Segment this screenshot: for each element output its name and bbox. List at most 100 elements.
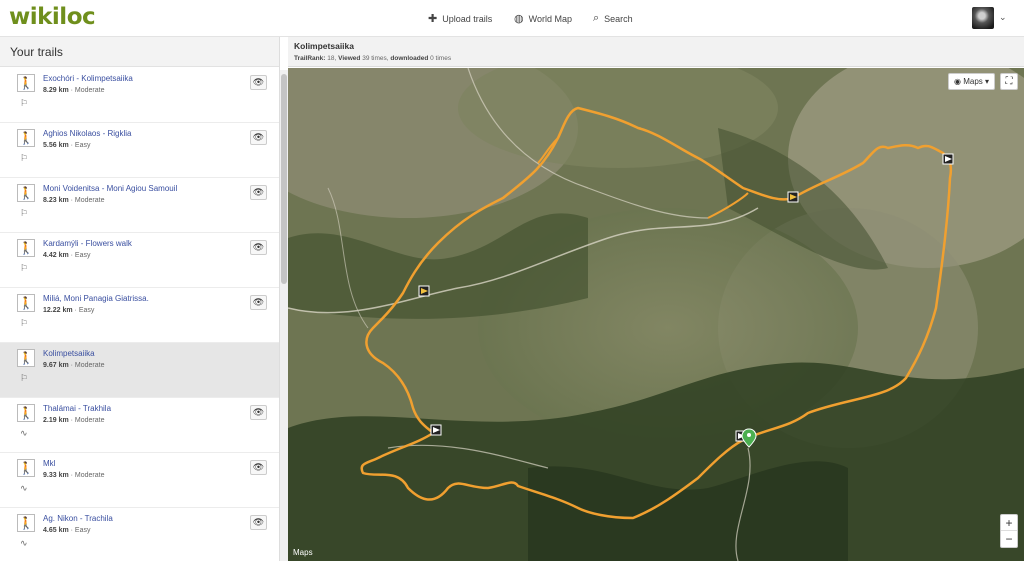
trail-distance: 9.33 km [43,472,69,479]
trail-list-item[interactable]: 🚶 ⚐ Moni Voidenitsa - Moni Agiou Samouil 8.… [0,178,279,233]
trail-list-item[interactable]: 🚶 ⚐ Aghios Nikolaos - Rigklia 5.56 km · Eas… [0,123,279,178]
hiking-icon: 🚶 [17,294,35,312]
eye-icon[interactable]: 👁 [250,405,267,420]
hiking-icon: 🚶 [17,129,35,147]
eye-icon[interactable]: 👁 [250,295,267,310]
trail-list-item[interactable]: 🚶 ⚐ Kolimpetsaiika 9.67 km · Moderate [0,343,279,398]
chevron-down-icon[interactable]: ⌄ [999,12,1007,23]
trail-difficulty: Moderate [74,472,105,479]
trail-meta: 9.33 km · Moderate [43,472,105,479]
zoom-out-button[interactable]: − [1001,531,1017,547]
trail-detail-header: Kolimpetsaiika TrailRank: 18, Viewed 39 … [288,37,1024,67]
trail-stats: TrailRank: 18, Viewed 39 times, download… [294,55,451,62]
flag-icon: ⚐ [20,208,29,218]
waypoint-flag-icon[interactable] [787,191,799,203]
eye-icon[interactable]: 👁 [250,240,267,255]
satellite-map[interactable]: ◉ Maps ▾ ⛶ + − Maps [288,68,1024,561]
waypoint-flag-icon[interactable] [430,424,442,436]
route-icon: ∿ [20,428,28,438]
flag-icon: ⚐ [20,153,29,163]
trail-list-item[interactable]: 🚶 ∿ Ag. Nikon - Trachila 4.65 km · Easy 👁 [0,508,279,561]
trail-name[interactable]: Kardamýli - Flowers walk [43,239,132,248]
zoom-in-button[interactable]: + [1001,515,1017,531]
trail-meta: 8.23 km · Moderate [43,197,105,204]
viewed-value: 39 times, [362,55,389,62]
trail-distance: 4.42 km [43,252,69,259]
wikiloc-logo[interactable]: wikiloc [9,4,96,30]
trail-distance: 8.29 km [43,87,69,94]
trail-distance: 2.19 km [43,417,69,424]
route-icon: ∿ [20,538,28,548]
trail-list-item[interactable]: 🚶 ∿ Mkl 9.33 km · Moderate 👁 [0,453,279,508]
trail-distance: 12.22 km [43,307,73,314]
trail-name[interactable]: Miliá, Moni Panagia Giatrissa. [43,294,149,303]
hiking-icon: 🚶 [17,239,35,257]
viewed-label: Viewed [338,55,361,62]
globe-icon: ◉ [954,77,961,86]
downloaded-value: 0 times [430,55,452,62]
user-avatar[interactable] [972,7,994,29]
trail-name[interactable]: Exochóri - Kolimpetsaiika [43,74,133,83]
trail-list-item[interactable]: 🚶 ⚐ Kardamýli - Flowers walk 4.42 km · Easy… [0,233,279,288]
downloaded-label: downloaded [390,55,429,62]
trailrank-label: TrailRank: [294,55,326,62]
trail-difficulty: Moderate [74,362,105,369]
fullscreen-icon[interactable]: ⛶ [1000,73,1018,90]
search-label: Search [604,13,633,24]
hiking-icon: 🚶 [17,514,35,532]
search-icon: ⌕ [593,12,600,24]
hiking-icon: 🚶 [17,74,35,92]
hiking-icon: 🚶 [17,459,35,477]
eye-icon[interactable]: 👁 [250,130,267,145]
hiking-icon: 🚶 [17,349,35,367]
trail-difficulty: Easy [74,142,91,149]
trail-meta: 4.65 km · Easy [43,527,91,534]
trail-name[interactable]: Moni Voidenitsa - Moni Agiou Samouil [43,184,177,193]
map-type-label: Maps [963,77,983,86]
trail-list-item[interactable]: 🚶 ⚐ Miliá, Moni Panagia Giatrissa. 12.22 km… [0,288,279,343]
trail-meta: 9.67 km · Moderate [43,362,105,369]
flag-icon: ⚐ [20,318,29,328]
trail-difficulty: Easy [78,307,95,314]
flag-icon: ⚐ [20,98,29,108]
map-type-dropdown[interactable]: ◉ Maps ▾ [948,73,995,90]
waypoint-flag-icon[interactable] [418,285,430,297]
eye-icon[interactable]: 👁 [250,185,267,200]
trail-name[interactable]: Aghios Nikolaos - Rigklia [43,129,131,138]
trail-name[interactable]: Thalámai - Trakhila [43,404,111,413]
sidebar-scrollbar[interactable] [280,70,288,561]
trail-meta: 8.29 km · Moderate [43,87,105,94]
waypoint-flag-icon[interactable] [942,153,954,165]
trail-name[interactable]: Ag. Nikon - Trachila [43,514,113,523]
trail-list-item[interactable]: 🚶 ∿ Thalámai - Trakhila 2.19 km · Moderate 👁 [0,398,279,453]
map-attribution: Maps [293,548,313,557]
search-link[interactable]: ⌕ Search [593,0,633,37]
map-canvas[interactable] [288,68,1024,561]
top-header: wikiloc ✚ Upload trails ◍ World Map ⌕ Se… [0,0,1024,37]
trail-title: Kolimpetsaiika [294,41,354,51]
hiking-icon: 🚶 [17,404,35,422]
world-map-link[interactable]: ◍ World Map [514,0,572,37]
eye-icon[interactable]: 👁 [250,75,267,90]
upload-trails-link[interactable]: ✚ Upload trails [428,0,492,37]
trail-meta: 12.22 km · Easy [43,307,95,314]
trail-meta: 2.19 km · Moderate [43,417,105,424]
flag-icon: ⚐ [20,263,29,273]
trail-name[interactable]: Mkl [43,459,55,468]
trail-distance: 4.65 km [43,527,69,534]
hiking-icon: 🚶 [17,184,35,202]
trail-distance: 5.56 km [43,142,69,149]
trail-meta: 4.42 km · Easy [43,252,91,259]
scrollbar-thumb[interactable] [281,74,287,284]
trail-list: 🚶 ⚐ Exochóri - Kolimpetsaiika 8.29 km · Mod… [0,68,279,561]
trail-list-item[interactable]: 🚶 ⚐ Exochóri - Kolimpetsaiika 8.29 km · Mod… [0,68,279,123]
trail-difficulty: Easy [74,252,91,259]
eye-icon[interactable]: 👁 [250,515,267,530]
trail-difficulty: Easy [74,527,91,534]
trail-name[interactable]: Kolimpetsaiika [43,349,95,358]
caret-down-icon: ▾ [985,77,990,86]
trail-distance: 8.23 km [43,197,69,204]
eye-icon[interactable]: 👁 [250,460,267,475]
plus-icon: ✚ [428,13,438,25]
trails-sidebar: Your trails 🚶 ⚐ Exochóri - Kolimpetsaiika 8… [0,37,280,561]
